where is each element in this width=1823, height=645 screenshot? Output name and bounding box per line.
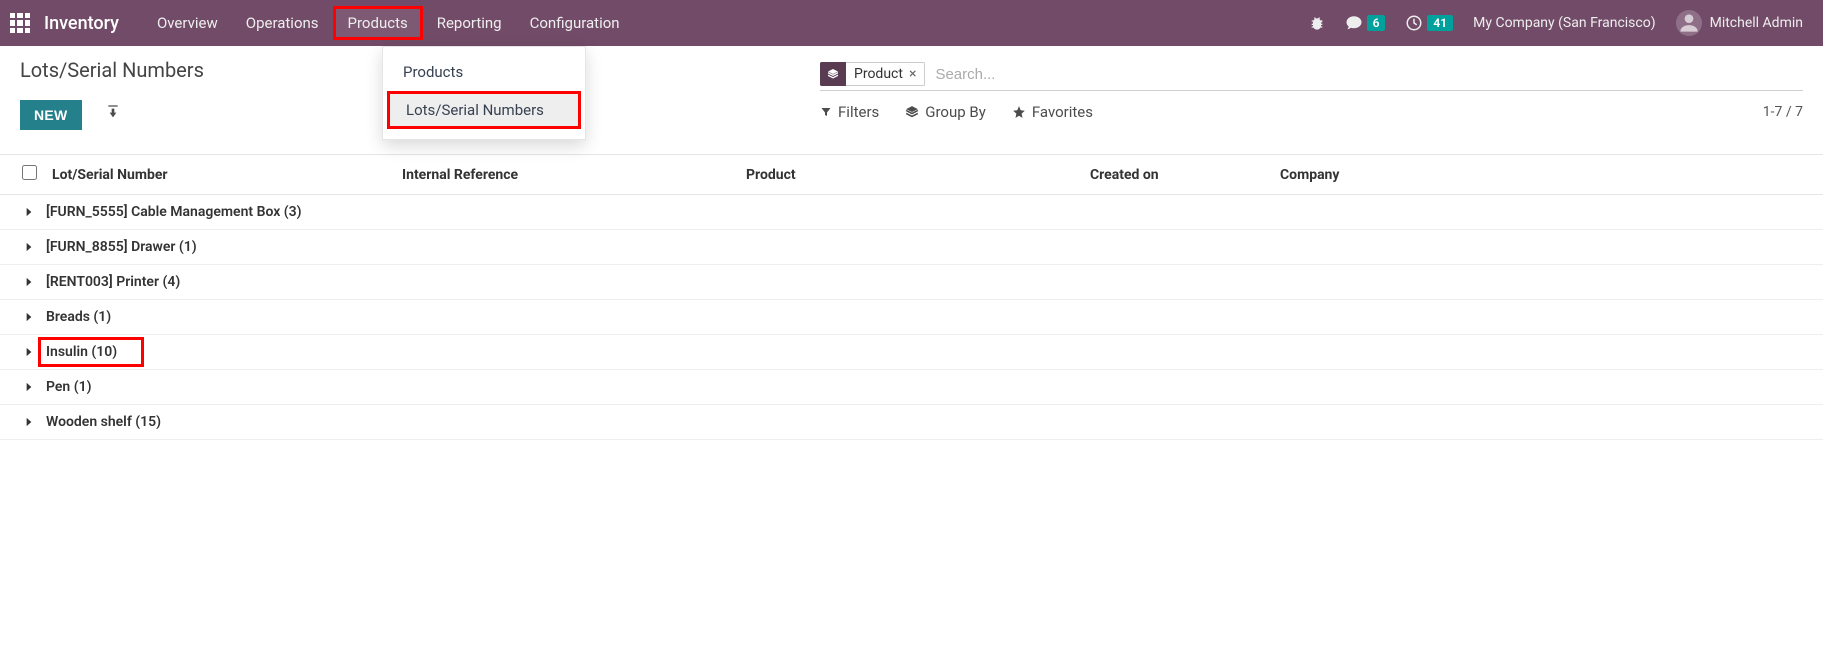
activities-icon[interactable]: 41 — [1395, 14, 1463, 32]
caret-right-icon — [22, 345, 36, 359]
company-name: My Company (San Francisco) — [1473, 15, 1655, 31]
group-label: Wooden shelf (15) — [46, 414, 161, 430]
caret-right-icon — [22, 380, 36, 394]
debug-icon[interactable] — [1299, 15, 1335, 31]
group-row[interactable]: [FURN_8855] Drawer (1) — [0, 230, 1823, 265]
groupby-button[interactable]: Group By — [905, 103, 986, 121]
group-row-insulin[interactable]: Insulin (10) — [0, 335, 1823, 370]
group-label: [FURN_5555] Cable Management Box (3) — [46, 204, 302, 220]
caret-right-icon — [22, 275, 36, 289]
col-header-company[interactable]: Company — [1280, 167, 1801, 183]
groupby-label: Group By — [925, 103, 986, 121]
layers-icon — [820, 62, 846, 86]
products-dropdown: Products Lots/Serial Numbers — [382, 46, 586, 140]
group-row[interactable]: Pen (1) — [0, 370, 1823, 405]
nav-products[interactable]: Products — [333, 6, 423, 40]
caret-right-icon — [22, 240, 36, 254]
new-button[interactable]: NEW — [20, 100, 82, 130]
list-header: Lot/Serial Number Internal Reference Pro… — [0, 154, 1823, 195]
export-icon[interactable] — [105, 104, 121, 120]
search-facet-product[interactable]: Product × — [820, 62, 925, 86]
company-switcher[interactable]: My Company (San Francisco) — [1463, 15, 1665, 31]
avatar — [1676, 10, 1702, 36]
activities-count: 41 — [1427, 15, 1453, 31]
favorites-button[interactable]: Favorites — [1012, 103, 1093, 121]
group-row[interactable]: Breads (1) — [0, 300, 1823, 335]
col-header-product[interactable]: Product — [746, 167, 1090, 183]
group-row[interactable]: Wooden shelf (15) — [0, 405, 1823, 440]
nav-overview[interactable]: Overview — [143, 2, 232, 44]
group-row[interactable]: [RENT003] Printer (4) — [0, 265, 1823, 300]
group-label: [RENT003] Printer (4) — [46, 274, 180, 290]
group-label: [FURN_8855] Drawer (1) — [46, 239, 197, 255]
filters-label: Filters — [838, 103, 879, 121]
col-header-lot[interactable]: Lot/Serial Number — [52, 167, 402, 183]
select-all-checkbox[interactable] — [22, 165, 37, 180]
topbar: Inventory Overview Operations Products R… — [0, 0, 1823, 46]
filters-button[interactable]: Filters — [820, 103, 879, 121]
group-label: Insulin (10) — [46, 344, 117, 360]
messages-count: 6 — [1367, 15, 1386, 31]
user-name: Mitchell Admin — [1710, 15, 1803, 31]
favorites-label: Favorites — [1032, 103, 1093, 121]
messages-icon[interactable]: 6 — [1335, 14, 1396, 32]
col-header-ref[interactable]: Internal Reference — [402, 167, 746, 183]
search-box: Product × — [820, 62, 1803, 91]
col-header-created[interactable]: Created on — [1090, 167, 1280, 183]
group-row[interactable]: [FURN_5555] Cable Management Box (3) — [0, 195, 1823, 230]
close-icon[interactable]: × — [909, 66, 916, 82]
control-panel: Lots/Serial Numbers NEW Product × Filter… — [0, 46, 1823, 130]
facet-label: Product — [854, 66, 903, 82]
group-label: Breads (1) — [46, 309, 111, 325]
apps-icon[interactable] — [10, 13, 30, 33]
search-input[interactable] — [935, 66, 1803, 83]
nav-configuration[interactable]: Configuration — [516, 2, 634, 44]
dropdown-item-lots[interactable]: Lots/Serial Numbers — [387, 91, 581, 129]
caret-right-icon — [22, 310, 36, 324]
pager[interactable]: 1-7 / 7 — [1763, 104, 1803, 120]
nav-operations[interactable]: Operations — [232, 2, 333, 44]
module-name[interactable]: Inventory — [44, 13, 119, 34]
user-menu[interactable]: Mitchell Admin — [1666, 10, 1813, 36]
dropdown-item-products[interactable]: Products — [383, 53, 585, 91]
caret-right-icon — [22, 415, 36, 429]
group-label: Pen (1) — [46, 379, 92, 395]
caret-right-icon — [22, 205, 36, 219]
nav-reporting[interactable]: Reporting — [423, 2, 516, 44]
